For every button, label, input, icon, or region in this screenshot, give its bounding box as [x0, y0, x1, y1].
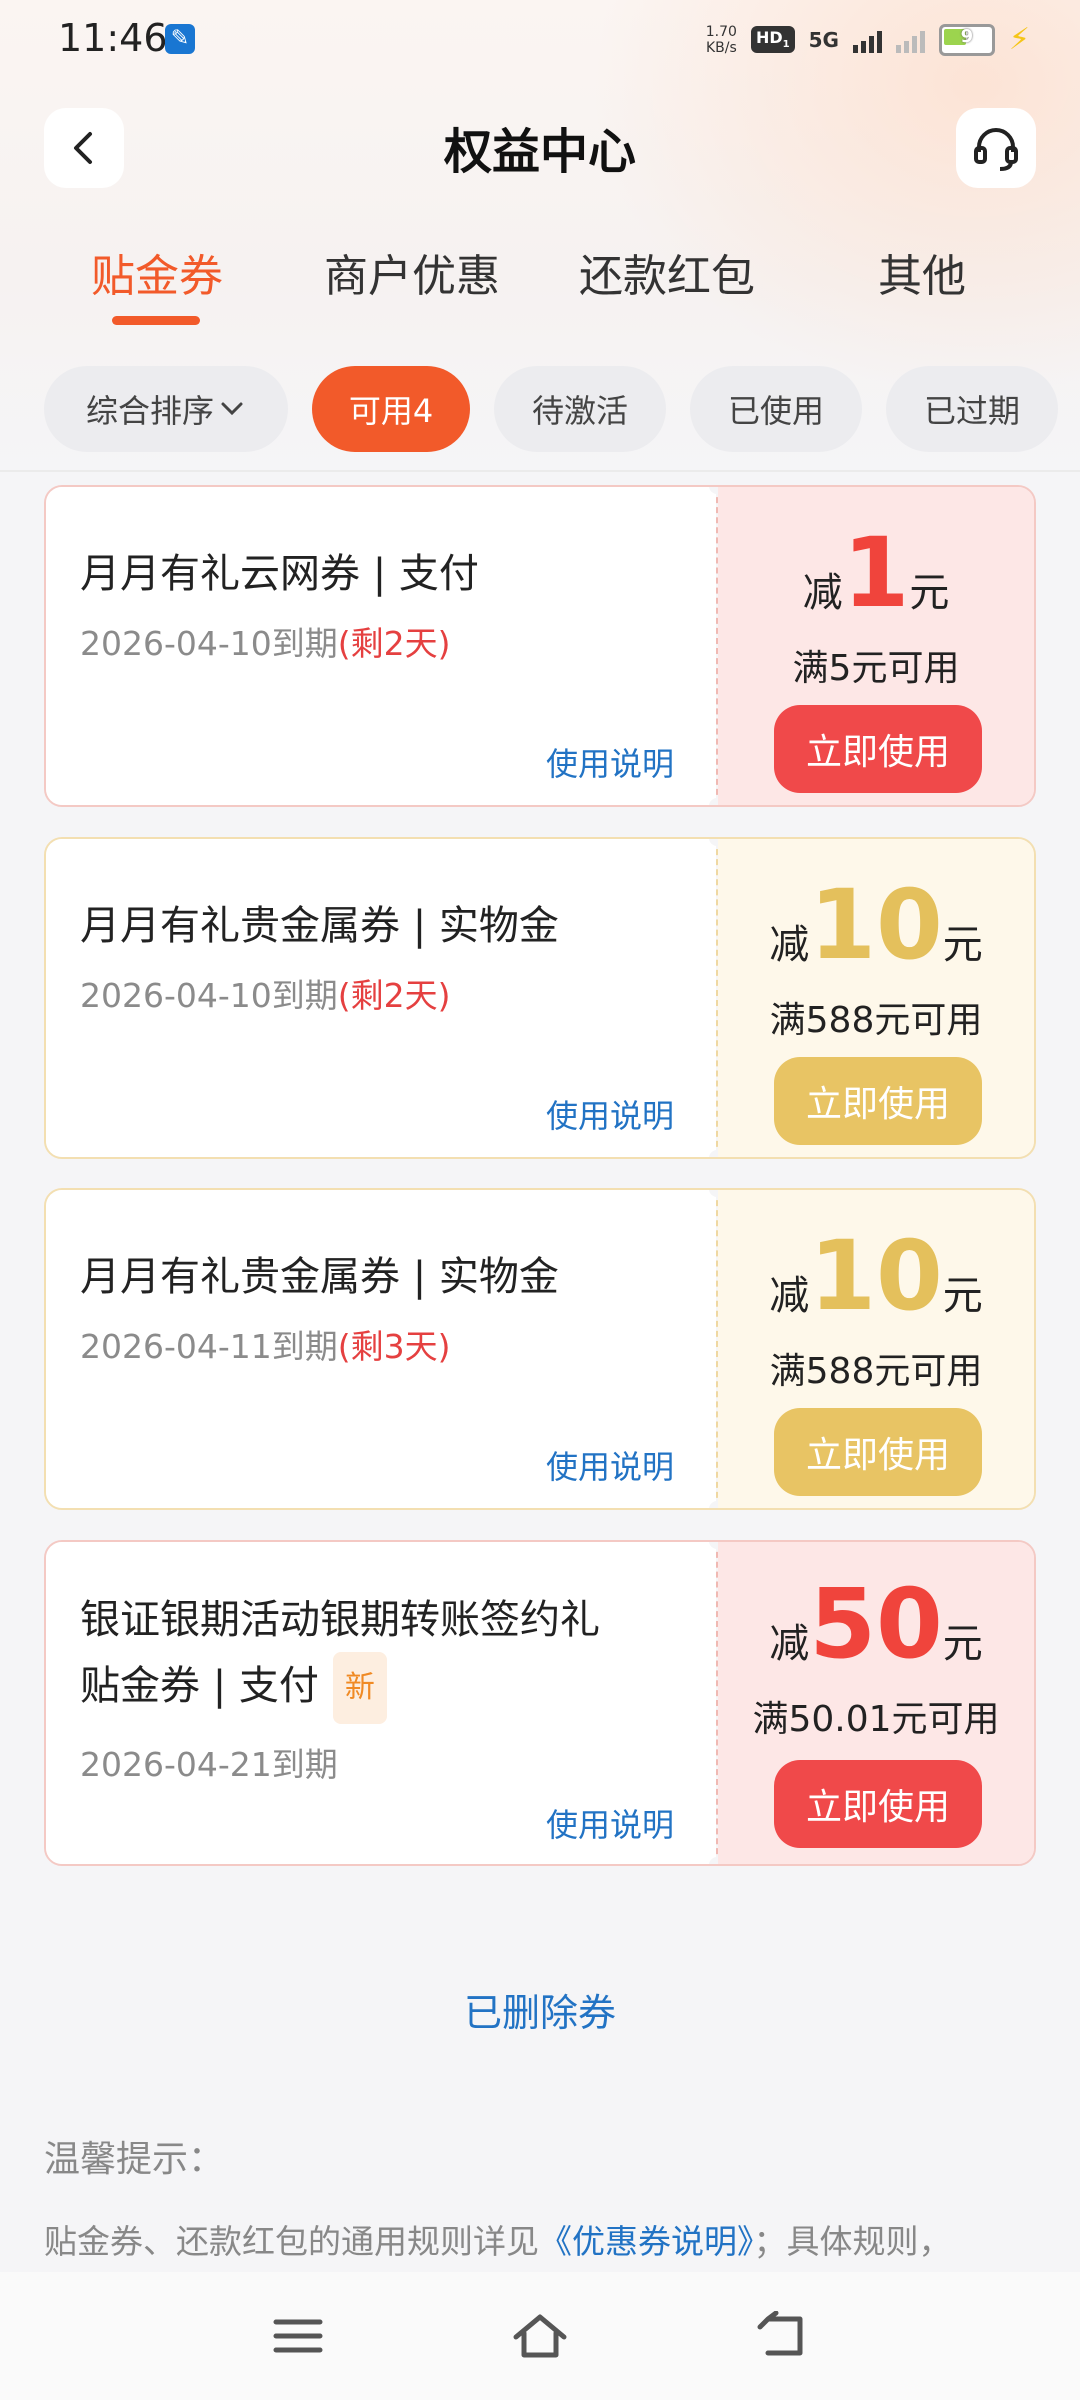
usage-instructions-link[interactable]: 使用说明 — [546, 739, 674, 785]
signal-bars-icon — [852, 27, 882, 53]
coupon-title: 银证银期活动银期转账签约礼 贴金券 | 支付新 — [80, 1588, 680, 1724]
divider — [0, 470, 1080, 472]
chevron-down-icon — [221, 402, 243, 416]
status-time: 11:46 — [58, 16, 168, 60]
coupon-info: 银证银期活动银期转账签约礼 贴金券 | 支付新 2026-04-21到期 使用说… — [46, 1542, 716, 1864]
menu-icon — [273, 2319, 323, 2353]
home-icon — [513, 2314, 567, 2358]
coupon-expiry: 2026-04-11到期(剩3天) — [80, 1327, 451, 1366]
coupon-expiry: 2026-04-10到期(剩2天) — [80, 624, 451, 663]
coupon-remaining: (剩3天) — [337, 1327, 451, 1366]
charging-icon: ⚡ — [1008, 22, 1030, 57]
system-nav-bar — [0, 2272, 1080, 2400]
coupon-condition: 满5元可用 — [792, 648, 960, 689]
coupon-remaining: (剩2天) — [337, 624, 451, 663]
home-button[interactable] — [500, 2296, 580, 2376]
filter-bar: 综合排序 可用4 待激活 已使用 已过期 — [0, 366, 1080, 452]
tab-repayment-redpacket[interactable]: 还款红包 — [567, 240, 767, 304]
tab-merchant-offers[interactable]: 商户优惠 — [312, 240, 512, 304]
tab-bar: 贴金券 商户优惠 还款红包 其他 — [0, 240, 1080, 330]
feather-app-icon: ✎ — [165, 24, 195, 54]
network-type: 5G — [808, 27, 839, 52]
coupon-condition: 满588元可用 — [769, 1000, 983, 1041]
coupon-condition: 满50.01元可用 — [752, 1699, 1000, 1740]
coupon-amount: 减1元 — [802, 517, 950, 629]
tips-text: 贴金券、还款红包的通用规则详见《优惠券说明》；具体规则， — [44, 2222, 952, 2261]
coupon-condition: 满588元可用 — [769, 1351, 983, 1392]
coupon-title: 月月有礼云网券 | 支付 — [80, 551, 479, 597]
coupon-card: 银证银期活动银期转账签约礼 贴金券 | 支付新 2026-04-21到期 使用说… — [44, 1540, 1036, 1866]
sort-label: 综合排序 — [85, 392, 214, 430]
coupon-info: 月月有礼贵金属券 | 实物金 2026-04-11到期(剩3天) 使用说明 — [46, 1190, 716, 1508]
sort-dropdown[interactable]: 综合排序 — [44, 366, 288, 452]
coupon-card: 月月有礼贵金属券 | 实物金 2026-04-11到期(剩3天) 使用说明 减1… — [44, 1188, 1036, 1510]
coupon-info: 月月有礼贵金属券 | 实物金 2026-04-10到期(剩2天) 使用说明 — [46, 839, 716, 1157]
coupon-expiry: 2026-04-10到期(剩2天) — [80, 976, 451, 1015]
use-now-button[interactable]: 立即使用 — [774, 705, 982, 793]
coupon-title: 月月有礼贵金属券 | 实物金 — [80, 1254, 559, 1300]
use-now-button[interactable]: 立即使用 — [774, 1408, 982, 1496]
filter-expired[interactable]: 已过期 — [886, 366, 1058, 452]
recent-apps-button[interactable] — [258, 2296, 338, 2376]
coupon-remaining: (剩2天) — [337, 976, 451, 1015]
signal-bars-secondary-icon — [895, 27, 925, 53]
status-indicators: 1.70 KB/s HD1 5G 9 ⚡ — [706, 22, 1030, 57]
deleted-coupons-link[interactable]: 已删除券 — [0, 1982, 1080, 2037]
headset-icon — [974, 128, 1018, 171]
coupon-amount: 减50元 — [769, 1568, 983, 1680]
network-speed: 1.70 KB/s — [705, 23, 737, 56]
tips-title: 温馨提示： — [44, 2139, 225, 2180]
filter-available[interactable]: 可用4 — [312, 366, 470, 452]
tab-gold-coupon[interactable]: 贴金券 — [57, 240, 257, 304]
new-badge: 新 — [332, 1652, 387, 1724]
use-now-button[interactable]: 立即使用 — [774, 1760, 982, 1848]
page-title: 权益中心 — [443, 124, 636, 180]
usage-instructions-link[interactable]: 使用说明 — [546, 1800, 674, 1846]
hd-icon: HD1 — [750, 26, 795, 53]
coupon-value-panel: 减10元 满588元可用 立即使用 — [718, 839, 1034, 1157]
coupon-amount: 减10元 — [769, 1220, 983, 1332]
filter-used[interactable]: 已使用 — [690, 366, 862, 452]
use-now-button[interactable]: 立即使用 — [774, 1057, 982, 1145]
coupon-amount: 减10元 — [769, 869, 983, 981]
coupon-info: 月月有礼云网券 | 支付 2026-04-10到期(剩2天) 使用说明 — [46, 487, 716, 805]
coupon-title: 月月有礼贵金属券 | 实物金 — [80, 903, 559, 949]
coupon-expiry: 2026-04-21到期 — [80, 1745, 338, 1784]
coupon-value-panel: 减50元 满50.01元可用 立即使用 — [718, 1542, 1034, 1864]
coupon-card: 月月有礼云网券 | 支付 2026-04-10到期(剩2天) 使用说明 减1元 … — [44, 485, 1036, 807]
coupon-value-panel: 减10元 满588元可用 立即使用 — [718, 1190, 1034, 1508]
battery-icon: 9 — [938, 23, 995, 56]
coupon-card: 月月有礼贵金属券 | 实物金 2026-04-10到期(剩2天) 使用说明 减1… — [44, 837, 1036, 1159]
customer-service-button[interactable] — [956, 108, 1036, 188]
coupon-value-panel: 减1元 满5元可用 立即使用 — [718, 487, 1034, 805]
coupon-rules-link[interactable]: 《优惠券说明》 — [539, 2222, 754, 2261]
usage-instructions-link[interactable]: 使用说明 — [546, 1091, 674, 1137]
filter-pending-activation[interactable]: 待激活 — [494, 366, 666, 452]
tab-other[interactable]: 其他 — [822, 240, 1022, 304]
usage-instructions-link[interactable]: 使用说明 — [546, 1442, 674, 1488]
status-bar: 11:46 ✎ 1.70 KB/s HD1 5G 9 ⚡ — [0, 0, 1080, 80]
back-icon — [757, 2311, 803, 2356]
active-tab-indicator — [112, 316, 200, 325]
back-nav-button[interactable] — [740, 2296, 820, 2376]
